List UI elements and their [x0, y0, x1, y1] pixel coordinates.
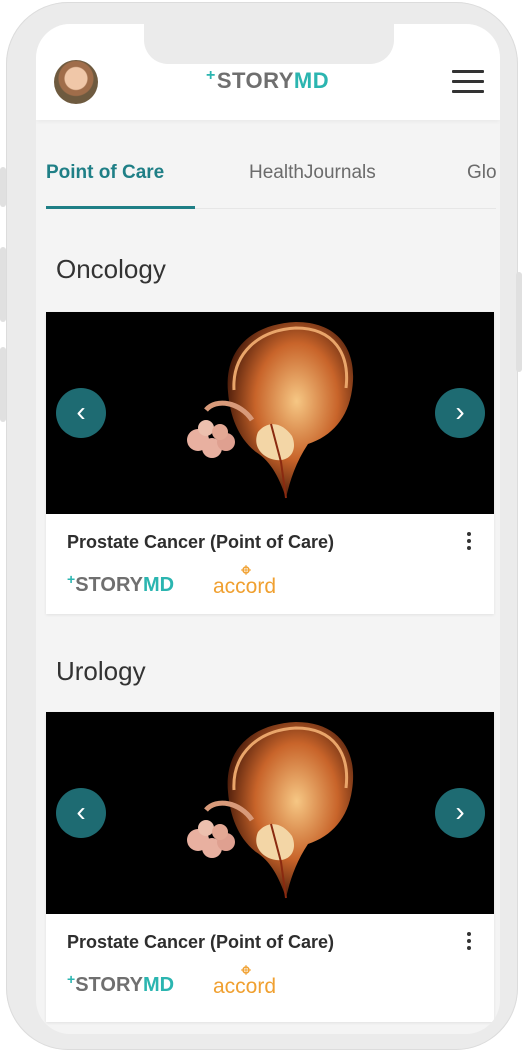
section-title-urology: Urology	[56, 656, 146, 686]
card-image: ‹ ›	[46, 312, 494, 514]
chevron-right-icon: ›	[455, 796, 465, 827]
storymd-logo[interactable]: +STORYMD	[206, 67, 330, 94]
hamburger-menu-icon[interactable]	[452, 70, 484, 94]
more-options-icon[interactable]	[464, 930, 474, 954]
tab-bar: Point of Care HealthJournals Glo	[46, 142, 496, 212]
avatar[interactable]	[54, 60, 98, 104]
phone-side-button	[516, 272, 522, 372]
more-options-icon[interactable]	[464, 530, 474, 554]
carousel-prev-button[interactable]: ‹	[56, 788, 106, 838]
logo-plus: +	[206, 67, 216, 84]
phone-side-button	[0, 247, 6, 322]
tab-glo[interactable]: Glo	[467, 162, 496, 184]
carousel-next-button[interactable]: ›	[435, 788, 485, 838]
phone-side-button	[0, 167, 6, 207]
chevron-left-icon: ‹	[76, 796, 86, 827]
section-title-oncology: Oncology	[56, 254, 166, 284]
storymd-logo: +STORYMD	[67, 571, 175, 596]
phone-frame: +STORYMD Point of Care HealthJournals Gl…	[0, 2, 522, 1050]
phone-notch	[144, 24, 394, 64]
accord-logo: accord	[213, 575, 277, 598]
chevron-right-icon: ›	[455, 396, 465, 427]
accord-mark-icon	[241, 965, 251, 975]
carousel-prev-button[interactable]: ‹	[56, 388, 106, 438]
logo-md: MD	[293, 68, 330, 93]
card-title[interactable]: Prostate Cancer (Point of Care)	[67, 932, 334, 953]
story-card[interactable]: ‹ › Prostate Cancer (Point of Care) +STO…	[46, 312, 494, 614]
accord-mark-icon	[241, 565, 251, 575]
logo-story: STORY	[216, 68, 294, 93]
carousel-next-button[interactable]: ›	[435, 388, 485, 438]
tab-point-of-care[interactable]: Point of Care	[46, 162, 164, 184]
chevron-left-icon: ‹	[76, 396, 86, 427]
story-card[interactable]: ‹ › Prostate Cancer (Point of Care) +STO…	[46, 712, 494, 1022]
card-title[interactable]: Prostate Cancer (Point of Care)	[67, 532, 334, 553]
prostate-illustration	[187, 722, 354, 899]
storymd-logo: +STORYMD	[67, 971, 175, 996]
card-image: ‹ ›	[46, 712, 494, 914]
app-screen: +STORYMD Point of Care HealthJournals Gl…	[36, 24, 500, 1034]
prostate-illustration	[187, 322, 354, 499]
phone-side-button	[0, 347, 6, 422]
active-tab-indicator	[46, 206, 195, 209]
accord-logo: accord	[213, 975, 277, 998]
tab-healthjournals[interactable]: HealthJournals	[249, 162, 376, 184]
